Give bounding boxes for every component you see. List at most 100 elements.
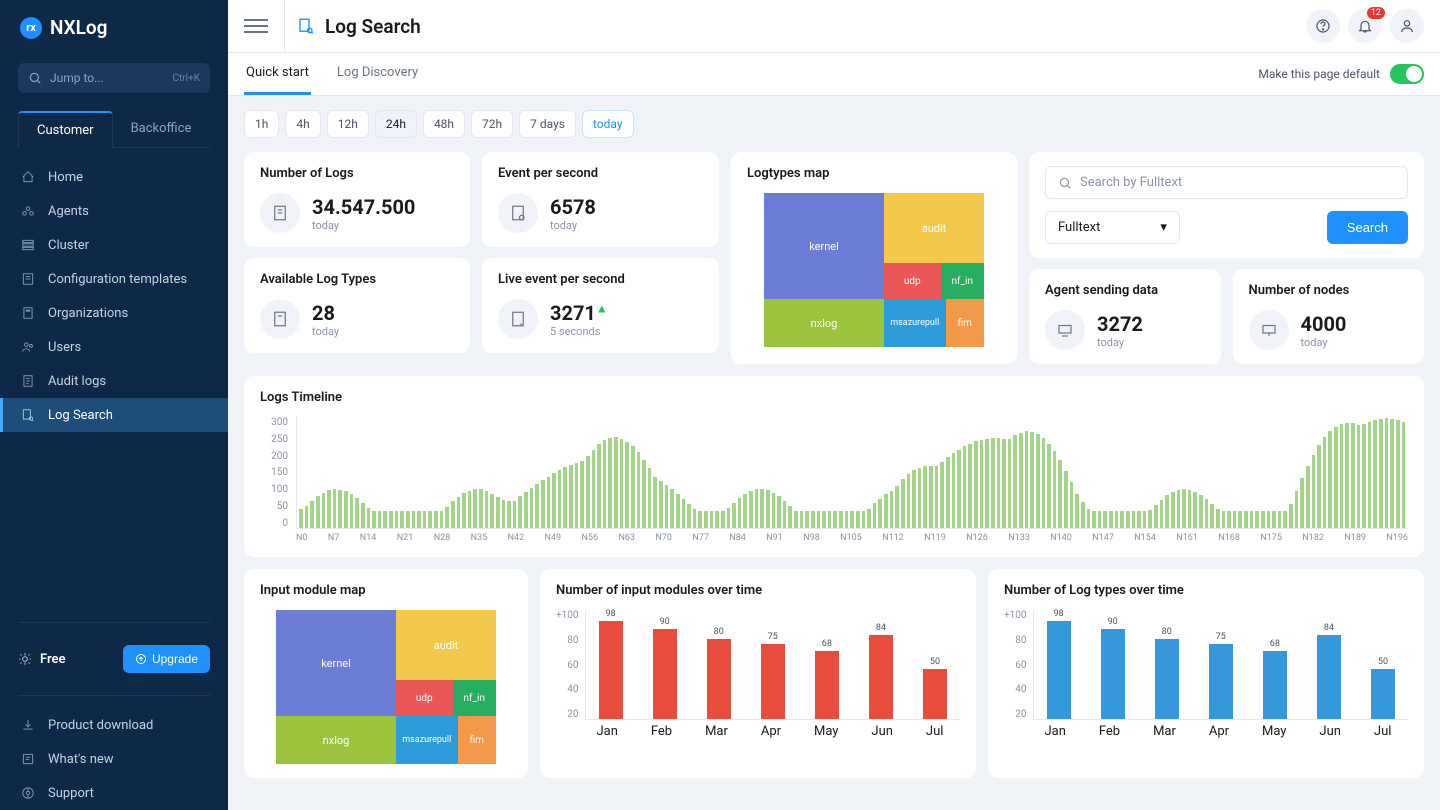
tm-kernel[interactable]: kernel (276, 610, 396, 716)
nav-cluster[interactable]: Cluster (0, 228, 228, 262)
timeline-bar (1385, 418, 1389, 528)
time-pill-72h[interactable]: 72h (471, 110, 513, 138)
fulltext-select[interactable]: Fulltext▾ (1045, 211, 1180, 244)
tm-maz[interactable]: msazurepull (884, 299, 946, 347)
timeline-bar (1148, 510, 1152, 528)
fulltext-input[interactable]: Search by Fulltext (1045, 166, 1408, 199)
agent-icon (1045, 310, 1085, 350)
timeline-bar (1312, 455, 1316, 528)
nav-support[interactable]: Support (0, 776, 228, 810)
tm-audit[interactable]: audit (884, 193, 984, 263)
nav-config-templates[interactable]: Configuration templates (0, 262, 228, 296)
timeline-bar (1047, 444, 1051, 528)
timeline-y-axis: 300250200150100500 (260, 417, 288, 529)
tm-audit[interactable]: audit (396, 610, 496, 680)
timeline-bar (490, 494, 494, 528)
nav-logsearch-label: Log Search (48, 408, 113, 423)
nav-download[interactable]: Product download (0, 708, 228, 742)
tm-fim[interactable]: fim (946, 299, 984, 347)
nav-users[interactable]: Users (0, 330, 228, 364)
menu-toggle-icon[interactable] (244, 14, 268, 38)
nav-log-search[interactable]: Log Search (0, 398, 228, 432)
tm-fim[interactable]: fim (458, 716, 496, 764)
tm-nxlog[interactable]: nxlog (764, 299, 884, 347)
notif-badge: 12 (1367, 7, 1385, 19)
nav-whats-new[interactable]: What's new (0, 742, 228, 776)
timeline-bar (637, 452, 641, 528)
profile-button[interactable] (1390, 9, 1424, 43)
timeline-bar (704, 511, 708, 528)
timeline-bar (614, 437, 618, 528)
time-pill-7 days[interactable]: 7 days (519, 110, 576, 138)
tm-nfin[interactable]: nf_in (941, 263, 984, 299)
jump-to-search[interactable]: Jump to... Ctrl+K (18, 63, 210, 93)
timeline-bar (445, 507, 449, 528)
search-button[interactable]: Search (1327, 211, 1408, 244)
card-title: Input module map (260, 583, 512, 598)
nav-agents[interactable]: Agents (0, 194, 228, 228)
timeline-bar (367, 508, 371, 528)
timeline-bar (659, 481, 663, 528)
card-live-eps: Live event per second 3271▲5 seconds (482, 258, 719, 353)
news-icon (20, 751, 36, 767)
timeline-bar (1053, 451, 1057, 528)
tab-backoffice[interactable]: Backoffice (113, 111, 210, 147)
timeline-bar (412, 511, 416, 528)
timeline-bar (963, 446, 967, 528)
nav-users-label: Users (48, 340, 81, 355)
timeline-bar (310, 501, 314, 528)
chart-bar (869, 635, 893, 719)
help-button[interactable] (1306, 9, 1340, 43)
tm-maz[interactable]: msazurepull (396, 716, 458, 764)
chart-bar (1371, 669, 1395, 719)
time-pill-4h[interactable]: 4h (285, 110, 320, 138)
timeline-bar (378, 511, 382, 528)
timeline-bar (1058, 460, 1062, 528)
timeline-bar (558, 470, 562, 528)
time-pill-today[interactable]: today (582, 110, 634, 138)
chart-bar (1155, 639, 1179, 719)
bar-value-label: 75 (1216, 632, 1226, 642)
timeline-bar (1013, 435, 1017, 528)
nav-audit-logs[interactable]: Audit logs (0, 364, 228, 398)
search-icon (28, 71, 42, 85)
tab-customer[interactable]: Customer (18, 111, 113, 148)
time-pill-48h[interactable]: 48h (423, 110, 465, 138)
nav-organizations[interactable]: Organizations (0, 296, 228, 330)
stat-sub: today (312, 219, 415, 232)
tm-udp[interactable]: udp (884, 263, 941, 299)
bar-value-label: 75 (768, 632, 778, 642)
timeline-bar (682, 499, 686, 528)
eps-icon (498, 193, 538, 233)
subtab-log-discovery[interactable]: Log Discovery (335, 53, 420, 95)
card-eps: Event per second 6578today (482, 152, 719, 247)
card-agent-sending: Agent sending data 3272today (1029, 269, 1221, 364)
notifications-button[interactable]: 12 (1348, 9, 1382, 43)
home-icon (20, 169, 36, 185)
card-nodes: Number of nodes 4000today (1233, 269, 1425, 364)
timeline-bar (1143, 511, 1147, 528)
timeline-bar (1002, 439, 1006, 528)
plan-row: Free Upgrade (0, 635, 228, 683)
time-pill-1h[interactable]: 1h (244, 110, 279, 138)
nav-home[interactable]: Home (0, 160, 228, 194)
timeline-bar (479, 489, 483, 528)
treemap: kernel audit udpnf_in nxlog msazurepullf… (764, 193, 984, 347)
timeline-bar (1103, 511, 1107, 528)
subtab-quick-start[interactable]: Quick start (244, 53, 311, 95)
upgrade-button[interactable]: Upgrade (123, 645, 210, 673)
stat-value: 6578 (550, 195, 596, 219)
timeline-bar (1008, 439, 1012, 528)
tm-udp[interactable]: udp (396, 680, 453, 716)
time-pill-12h[interactable]: 12h (327, 110, 369, 138)
tm-kernel[interactable]: kernel (764, 193, 884, 299)
timeline-bar (1357, 425, 1361, 528)
time-pill-24h[interactable]: 24h (375, 110, 417, 138)
bc-plot: 98908075688450 (585, 610, 960, 720)
timeline-bar (738, 498, 742, 528)
tm-nxlog[interactable]: nxlog (276, 716, 396, 764)
timeline-bar (1137, 511, 1141, 528)
tm-nfin[interactable]: nf_in (453, 680, 496, 716)
timeline-bar (535, 484, 539, 528)
default-page-toggle[interactable] (1390, 64, 1424, 84)
